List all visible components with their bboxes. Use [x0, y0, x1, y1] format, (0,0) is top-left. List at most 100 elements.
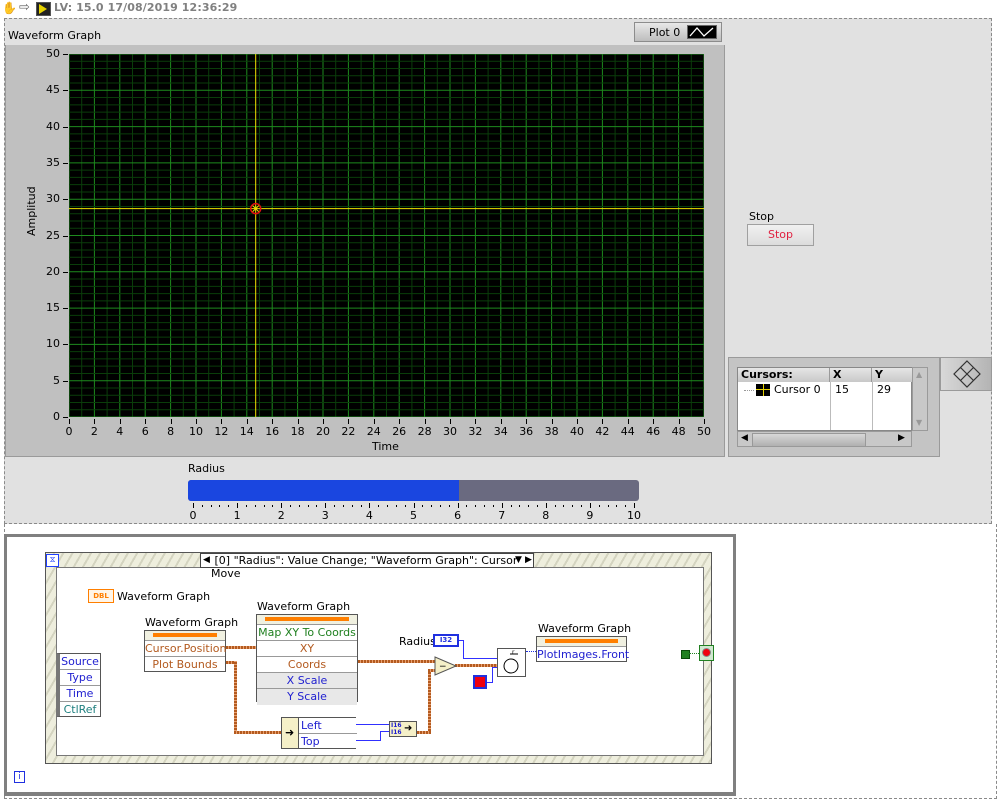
event-data-type[interactable]: Type: [60, 670, 100, 686]
wire-cursor-position[interactable]: [226, 646, 256, 649]
x-tick-label: 6: [141, 425, 149, 438]
iteration-terminal[interactable]: i: [14, 771, 25, 783]
x-tick-mark: [577, 419, 578, 424]
invoke-param-coords[interactable]: Coords: [257, 657, 357, 673]
radius-minor-tick: [290, 505, 292, 507]
draw-circle-vi[interactable]: r: [497, 648, 526, 677]
radius-tick-mark: [589, 503, 591, 508]
wire-radius[interactable]: [463, 658, 497, 659]
radius-minor-tick: [519, 505, 521, 507]
invoke-param-x-scale[interactable]: X Scale: [257, 673, 357, 689]
y-tick-label: 10: [46, 337, 60, 351]
y-tick-mark: [63, 90, 68, 92]
wire-coords[interactable]: [358, 660, 436, 663]
radius-tick-mark: [634, 503, 635, 508]
unbundle-arrow-icon: ➜: [285, 726, 295, 739]
invoke-method[interactable]: Map XY To Coords: [257, 625, 357, 641]
prop-cursor-position[interactable]: Cursor.Position: [145, 641, 226, 657]
wire-top[interactable]: [356, 740, 380, 741]
radius-minor-tick: [475, 505, 477, 507]
event-selector[interactable]: ◀ [0] "Radius": Value Change; "Waveform …: [200, 553, 534, 580]
radius-slider-fill[interactable]: [188, 480, 459, 501]
prop-plot-bounds[interactable]: Plot Bounds: [145, 657, 225, 673]
horizontal-scrollbar[interactable]: ◀ ▶: [737, 431, 912, 447]
plot-area[interactable]: [69, 54, 704, 417]
x-tick-mark: [221, 419, 223, 424]
radius-tick-mark: [237, 503, 239, 508]
cursor-name[interactable]: Cursor 0: [774, 383, 821, 396]
wire-plot-bounds-h[interactable]: [234, 731, 282, 734]
color-constant[interactable]: [473, 675, 487, 689]
x-tick-label: 50: [697, 425, 711, 438]
subtract-function[interactable]: −: [434, 656, 458, 676]
cursor-x-value[interactable]: 15: [835, 383, 849, 396]
radius-minor-tick: [351, 505, 353, 507]
cursor-style-icon[interactable]: [756, 384, 770, 396]
x-tick-mark: [297, 419, 299, 424]
run-arrow-icon[interactable]: ⇨: [19, 0, 30, 15]
unbundle-left[interactable]: Left: [299, 718, 357, 734]
wire-picture[interactable]: [526, 651, 536, 653]
scroll-down-icon[interactable]: ▼: [916, 418, 922, 427]
scroll-left-icon[interactable]: ◀: [741, 433, 748, 443]
wire-bundle-out[interactable]: [417, 731, 431, 734]
invoke-node-map-xy[interactable]: Map XY To Coords XY Coords X Scale Y Sca…: [256, 614, 358, 705]
cursor-movement-button[interactable]: [940, 357, 992, 391]
scroll-up-icon[interactable]: ▲: [916, 370, 922, 379]
stop-condition-terminal[interactable]: [699, 645, 714, 661]
radius-minor-tick: [528, 505, 530, 507]
event-data-node[interactable]: Source Type Time CtlRef: [56, 653, 101, 717]
radius-tick-label: 7: [498, 509, 506, 522]
x-tick-label: 14: [239, 425, 254, 438]
radius-slider[interactable]: [188, 480, 639, 501]
y-tick-mark: [63, 126, 68, 128]
invoke-param-y-scale[interactable]: Y Scale: [257, 689, 357, 705]
x-tick-label: 46: [646, 425, 661, 438]
cursor-y-value[interactable]: 29: [877, 383, 891, 396]
event-data-ctlref[interactable]: CtlRef: [60, 702, 100, 718]
prev-case-icon[interactable]: ◀: [203, 554, 210, 567]
plot-legend[interactable]: Plot 0: [634, 22, 722, 42]
radius-minor-tick: [492, 505, 494, 507]
event-data-source[interactable]: Source: [60, 654, 100, 670]
x-tick-mark: [170, 419, 172, 424]
x-tick-mark: [94, 419, 96, 424]
next-case-icon[interactable]: ▶: [525, 554, 532, 567]
unbundle-top[interactable]: Top: [299, 734, 357, 750]
wire-subtract-out[interactable]: [455, 664, 497, 667]
cursor-table: Cursors: X Y Cursor 0 15 29: [737, 367, 913, 431]
wire-plot-bounds-v[interactable]: [234, 661, 237, 733]
property-node-cursor[interactable]: Cursor.Position Plot Bounds: [144, 630, 226, 672]
invoke-param-xy[interactable]: XY: [257, 641, 357, 657]
x-tick-mark: [69, 419, 70, 424]
wire-left[interactable]: [356, 724, 390, 725]
radius-minor-tick: [404, 505, 406, 507]
radius-tick-label: 5: [410, 509, 417, 522]
x-tick-mark: [475, 419, 477, 424]
event-data-time[interactable]: Time: [60, 686, 100, 702]
x-tick-label: 20: [316, 425, 330, 438]
unbundle-by-name[interactable]: ➜ Left Top: [281, 717, 357, 750]
vertical-scrollbar[interactable]: ▲ ▼: [912, 367, 928, 431]
x-tick-label: 36: [519, 425, 534, 438]
radius-terminal[interactable]: I32: [433, 634, 459, 647]
prop-plot-images-front[interactable]: PlotImages.Front: [537, 647, 629, 663]
radius-tick-label: 2: [277, 509, 285, 522]
timeout-hourglass-icon[interactable]: ⧖: [46, 554, 59, 567]
case-dropdown-icon[interactable]: ▼: [515, 554, 522, 567]
wire-bundle-v[interactable]: [428, 670, 431, 734]
y-tick-mark: [63, 235, 68, 237]
stop-button[interactable]: Stop: [747, 224, 814, 246]
radius-minor-tick: [245, 505, 247, 507]
property-node-plot-images[interactable]: PlotImages.Front: [536, 636, 629, 663]
scroll-thumb[interactable]: [752, 433, 866, 447]
scroll-right-icon[interactable]: ▶: [898, 433, 905, 443]
cursor-header-name: Cursors:: [738, 368, 830, 382]
radius-minor-tick: [439, 505, 441, 507]
x-tick-mark: [145, 419, 147, 424]
y-tick-label: 25: [46, 228, 60, 242]
hand-tool-icon[interactable]: ✋: [2, 1, 17, 15]
radius-minor-tick: [484, 505, 486, 507]
dbl-terminal[interactable]: DBL: [88, 589, 114, 603]
bundle-node[interactable]: I16 I16 ➜: [389, 721, 417, 737]
